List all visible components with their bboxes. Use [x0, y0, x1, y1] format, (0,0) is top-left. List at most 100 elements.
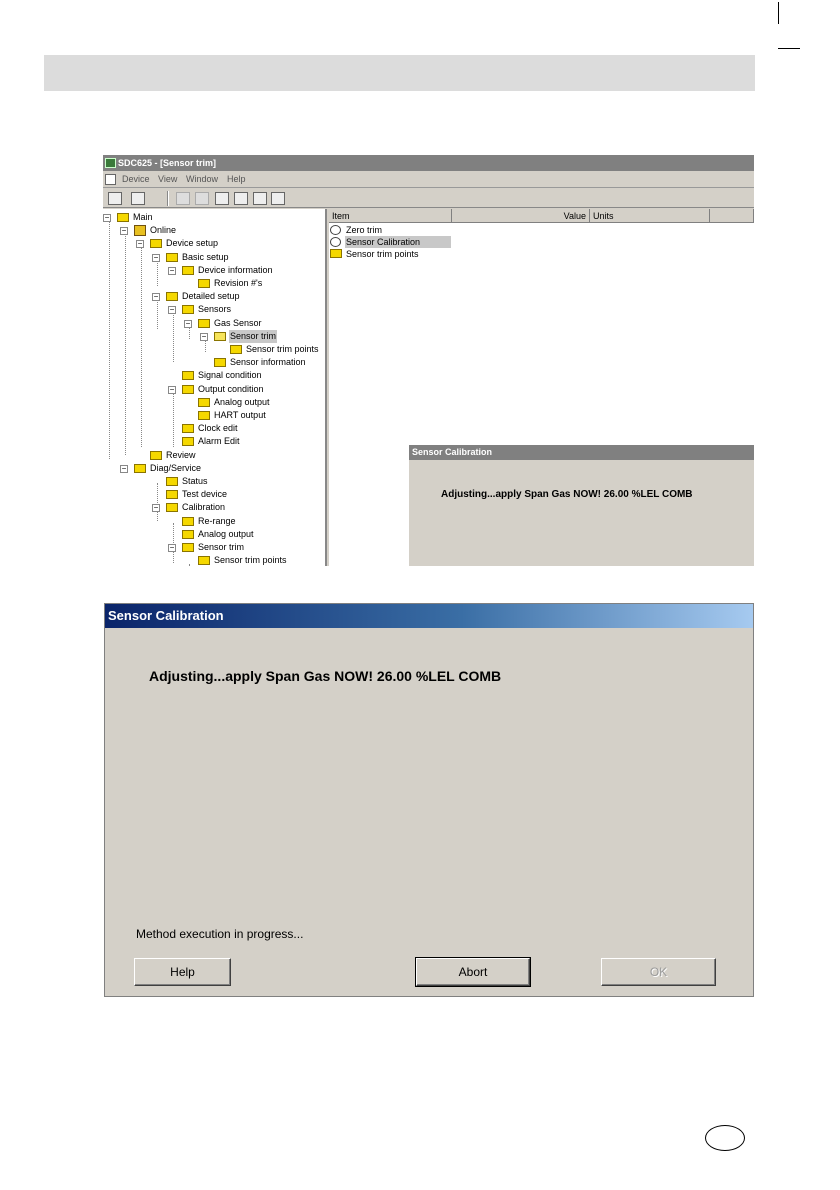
tree-node-output-condition[interactable]: − Output condition	[168, 383, 325, 396]
online-icon	[134, 225, 146, 237]
folder-icon	[182, 384, 194, 394]
list-item-sensor-calibration[interactable]: Sensor Calibration	[329, 236, 529, 248]
list-item-label: Sensor trim points	[346, 249, 419, 259]
tree-node-sensor-trim[interactable]: − Sensor trim	[168, 541, 325, 554]
abort-button[interactable]: Abort	[415, 957, 531, 987]
transfer-icon[interactable]	[234, 192, 248, 205]
tree-node-clock-edit[interactable]: Clock edit	[168, 422, 325, 435]
tree-guide-line	[157, 299, 158, 329]
tree-node-device-information[interactable]: − Device information	[168, 264, 325, 277]
menu-help[interactable]: Help	[227, 171, 246, 188]
print-icon[interactable]	[195, 192, 209, 205]
tree-node-main[interactable]: − Main	[103, 211, 303, 224]
collapse-icon[interactable]: −	[152, 293, 160, 302]
column-header-units[interactable]: Units	[590, 209, 710, 223]
folder-icon	[166, 490, 178, 500]
collapse-icon[interactable]: −	[168, 266, 176, 275]
list-item-sensor-trim-points[interactable]: Sensor trim points	[329, 248, 529, 260]
help-button[interactable]: Help	[134, 958, 231, 986]
status-text: Method execution in progress...	[136, 927, 304, 941]
tree-node-re-range[interactable]: Re-range	[168, 515, 325, 528]
tree-node-sensor-trim-points[interactable]: Sensor trim points	[216, 343, 325, 356]
tree-node-alarm-edit[interactable]: Alarm Edit	[168, 435, 325, 448]
tree-node-sensor-trim-points[interactable]: Sensor trim points	[184, 554, 325, 566]
collapse-icon[interactable]: −	[120, 227, 128, 236]
tree-node-label: Gas Sensor	[214, 317, 262, 328]
collapse-icon[interactable]: −	[168, 544, 176, 552]
sensor-calibration-dialog: Sensor Calibration Adjusting...apply Spa…	[104, 603, 754, 997]
folder-icon	[198, 411, 210, 420]
folder-icon	[198, 397, 210, 407]
collapse-icon[interactable]: −	[103, 214, 111, 222]
tree-node-device-setup[interactable]: − Device setup	[136, 237, 325, 250]
ok-button[interactable]: OK	[601, 958, 716, 986]
tree-node-signal-condition[interactable]: Signal condition	[168, 369, 325, 382]
tree-node-sensors[interactable]: − Sensors	[168, 303, 325, 316]
collapse-icon[interactable]: −	[152, 253, 160, 262]
tree-guide-line	[173, 312, 174, 362]
tree-node-diag-service[interactable]: − Diag/Service	[120, 462, 320, 475]
save-icon[interactable]	[176, 192, 190, 205]
tree-node-online[interactable]: − Online	[120, 224, 320, 237]
collapse-icon[interactable]: −	[120, 464, 128, 473]
tree-node-sensor-information[interactable]: Sensor information	[200, 356, 325, 369]
tree-node-hart-output[interactable]: HART output	[184, 409, 325, 422]
window-title: SDC625 - [Sensor trim]	[118, 158, 217, 168]
tree-node-revision-s[interactable]: Revision #'s	[184, 277, 325, 290]
tree-node-label: Basic setup	[182, 251, 229, 262]
folder-icon	[117, 213, 129, 222]
tree-node-test-device[interactable]: Test device	[152, 488, 325, 501]
folder-icon	[166, 477, 178, 486]
tree-node-analog-output[interactable]: Analog output	[168, 528, 325, 541]
mini-dialog-message: Adjusting...apply Span Gas NOW! 26.00 %L…	[441, 489, 693, 500]
tree-node-status[interactable]: Status	[152, 475, 325, 488]
device-icon[interactable]	[215, 192, 229, 205]
tree-node-label: Detailed setup	[182, 291, 240, 302]
menu-view[interactable]: View	[158, 171, 177, 188]
mini-sensor-calibration-dialog: Sensor Calibration Adjusting...apply Spa…	[408, 444, 754, 566]
collapse-icon[interactable]: −	[152, 504, 160, 513]
folder-icon	[182, 437, 194, 447]
column-header-item[interactable]: Item	[329, 209, 452, 223]
tree-node-sensor-trim[interactable]: − Sensor trim	[200, 329, 325, 343]
collapse-icon[interactable]: −	[200, 332, 208, 341]
menu-bar: Device View Window Help	[103, 171, 754, 188]
tree-node-label: Sensor information	[230, 357, 306, 368]
download-icon[interactable]	[253, 192, 267, 205]
collapse-icon[interactable]: −	[136, 240, 144, 249]
dialog-title[interactable]: Sensor Calibration	[105, 604, 753, 628]
column-header-value[interactable]: Value	[452, 209, 590, 223]
tree-node-label: Clock edit	[198, 423, 238, 434]
tree-node-label: Analog output	[214, 396, 270, 407]
document-icon[interactable]	[105, 174, 116, 185]
dialog-message: Adjusting...apply Span Gas NOW! 26.00 %L…	[149, 668, 502, 684]
tree-node-analog-output[interactable]: Analog output	[184, 396, 325, 409]
tree-node-detailed-setup[interactable]: − Detailed setup	[152, 290, 325, 303]
upload-icon[interactable]	[271, 192, 285, 205]
online-icon[interactable]	[131, 192, 145, 205]
tree-node-calibration[interactable]: − Calibration	[152, 501, 325, 514]
folder-icon	[198, 556, 210, 566]
collapse-icon[interactable]: −	[168, 306, 176, 315]
menu-window[interactable]: Window	[186, 171, 218, 188]
device-tree[interactable]: − Main − Online − Device setup − Basic setup − De…	[103, 209, 327, 566]
tree-node-label: Calibration	[182, 502, 226, 513]
window-titlebar[interactable]: SDC625 - [Sensor trim]	[103, 155, 754, 171]
page-marker-circle	[705, 1125, 745, 1151]
tree-node-basic-setup[interactable]: − Basic setup	[152, 251, 325, 264]
tree-node-label: Device setup	[166, 238, 219, 249]
new-icon[interactable]	[108, 192, 122, 205]
tree-node-gas-sensor[interactable]: − Gas Sensor	[184, 317, 325, 330]
folder-icon	[182, 543, 194, 552]
app-icon	[105, 158, 116, 168]
collapse-icon[interactable]: −	[168, 385, 176, 394]
collapse-icon[interactable]: −	[184, 319, 192, 328]
tree-node-review[interactable]: Review	[136, 449, 325, 462]
menu-device[interactable]: Device	[122, 171, 150, 188]
tree-node-label: Signal condition	[198, 370, 262, 381]
tree-node-label: Sensor trim points	[246, 344, 319, 354]
folder-icon	[166, 292, 178, 302]
folder-icon	[166, 252, 178, 262]
list-item-label: Sensor Calibration	[345, 236, 451, 248]
list-item-zero-trim[interactable]: Zero trim	[329, 224, 529, 236]
